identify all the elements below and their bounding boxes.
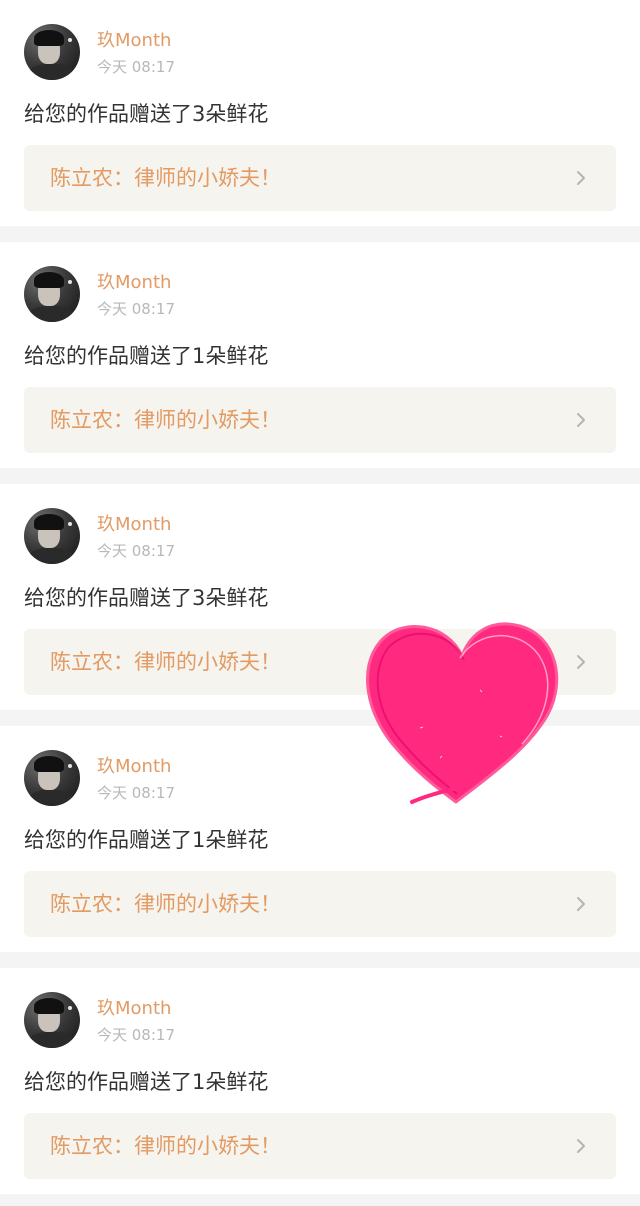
- user-avatar[interactable]: [24, 992, 80, 1048]
- chevron-right-icon: [577, 413, 585, 427]
- timestamp: 今天 08:17: [97, 1026, 175, 1044]
- heart-doodle-sticker: [366, 622, 559, 804]
- avatar-hair: [34, 998, 64, 1014]
- work-link[interactable]: 陈立农：律师的小娇夫！: [24, 871, 616, 937]
- avatar-light: [68, 522, 72, 526]
- avatar-figure: [28, 64, 74, 80]
- work-link[interactable]: 陈立农：律师的小娇夫！: [24, 387, 616, 453]
- work-title: 陈立农：律师的小娇夫！: [50, 892, 281, 916]
- timestamp: 今天 08:17: [97, 784, 175, 802]
- work-title: 陈立农：律师的小娇夫！: [50, 1134, 281, 1158]
- user-avatar[interactable]: [24, 508, 80, 564]
- avatar-hair: [34, 272, 64, 288]
- avatar-light: [68, 1006, 72, 1010]
- timestamp: 今天 08:17: [97, 300, 175, 318]
- username[interactable]: 玖Month: [97, 30, 171, 52]
- username[interactable]: 玖Month: [97, 998, 171, 1020]
- notification-message: 给您的作品赠送了3朵鲜花: [24, 586, 269, 610]
- chevron-right-icon: [577, 1139, 585, 1153]
- user-avatar[interactable]: [24, 266, 80, 322]
- work-title: 陈立农：律师的小娇夫！: [50, 650, 281, 674]
- work-link[interactable]: 陈立农：律师的小娇夫！: [24, 1113, 616, 1179]
- avatar-figure: [28, 1032, 74, 1048]
- avatar-light: [68, 280, 72, 284]
- chevron-right-icon: [577, 171, 585, 185]
- avatar-light: [68, 38, 72, 42]
- avatar-figure: [28, 306, 74, 322]
- username[interactable]: 玖Month: [97, 514, 171, 536]
- work-title: 陈立农：律师的小娇夫！: [50, 166, 281, 190]
- user-avatar[interactable]: [24, 750, 80, 806]
- notification-message: 给您的作品赠送了3朵鲜花: [24, 102, 269, 126]
- chevron-right-icon: [577, 897, 585, 911]
- notification-feed: 玖Month 今天 08:17 给您的作品赠送了3朵鲜花 陈立农：律师的小娇夫！…: [0, 0, 640, 1206]
- work-link[interactable]: 陈立农：律师的小娇夫！: [24, 145, 616, 211]
- notification-message: 给您的作品赠送了1朵鲜花: [24, 828, 269, 852]
- notification-card: 玖Month 今天 08:17 给您的作品赠送了1朵鲜花 陈立农：律师的小娇夫！: [0, 968, 640, 1194]
- avatar-hair: [34, 756, 64, 772]
- avatar-light: [68, 764, 72, 768]
- user-avatar[interactable]: [24, 24, 80, 80]
- avatar-hair: [34, 30, 64, 46]
- notification-card: 玖Month 今天 08:17 给您的作品赠送了3朵鲜花 陈立农：律师的小娇夫！: [0, 0, 640, 226]
- timestamp: 今天 08:17: [97, 58, 175, 76]
- notification-message: 给您的作品赠送了1朵鲜花: [24, 1070, 269, 1094]
- avatar-hair: [34, 514, 64, 530]
- chevron-right-icon: [577, 655, 585, 669]
- avatar-figure: [28, 790, 74, 806]
- timestamp: 今天 08:17: [97, 542, 175, 560]
- avatar-figure: [28, 548, 74, 564]
- username[interactable]: 玖Month: [97, 272, 171, 294]
- work-title: 陈立农：律师的小娇夫！: [50, 408, 281, 432]
- notification-card: 玖Month 今天 08:17 给您的作品赠送了1朵鲜花 陈立农：律师的小娇夫！: [0, 242, 640, 468]
- notification-message: 给您的作品赠送了1朵鲜花: [24, 344, 269, 368]
- username[interactable]: 玖Month: [97, 756, 171, 778]
